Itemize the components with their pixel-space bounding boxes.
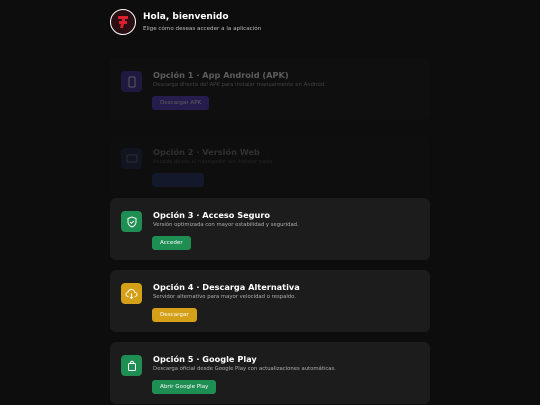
option-card-web[interactable]: Opción 2 · Versión Web Accede desde el n… bbox=[110, 135, 430, 197]
greeting-subtitle: Elige cómo deseas acceder a la aplicació… bbox=[143, 25, 262, 32]
option-title: Opción 3 · Acceso Seguro bbox=[153, 210, 271, 220]
option-title: Opción 4 · Descarga Alternativa bbox=[153, 282, 300, 292]
option-card-alt-download[interactable]: Opción 4 · Descarga Alternativa Servidor… bbox=[110, 270, 430, 332]
access-button[interactable]: Acceder bbox=[152, 236, 191, 250]
option-card-apk[interactable]: Opción 1 · App Android (APK) Descarga di… bbox=[110, 58, 430, 120]
option-title: Opción 5 · Google Play bbox=[153, 354, 257, 364]
shopping-bag-icon bbox=[121, 355, 142, 376]
option-description: Accede desde el navegador sin instalar n… bbox=[153, 159, 274, 165]
app-logo-avatar bbox=[110, 9, 136, 35]
option-description: Descarga oficial desde Google Play con a… bbox=[153, 366, 336, 372]
download-apk-button[interactable]: Descargar APK bbox=[152, 96, 210, 110]
option-card-google-play[interactable]: Opción 5 · Google Play Descarga oficial … bbox=[110, 342, 430, 404]
greeting-title: Hola, bienvenido bbox=[143, 11, 229, 22]
cloud-download-icon bbox=[121, 283, 142, 304]
option-card-secure[interactable]: Opción 3 · Acceso Seguro Versión optimiz… bbox=[110, 198, 430, 260]
option-description: Descarga directa del APK para instalar m… bbox=[153, 82, 326, 88]
shield-check-icon bbox=[121, 211, 142, 232]
phone-icon bbox=[121, 71, 142, 92]
option-title: Opción 1 · App Android (APK) bbox=[153, 70, 289, 80]
option-description: Servidor alternativo para mayor velocida… bbox=[153, 294, 296, 300]
logo-icon bbox=[118, 16, 128, 28]
option-title: Opción 2 · Versión Web bbox=[153, 147, 260, 157]
header: Hola, bienvenido Elige cómo deseas acced… bbox=[110, 9, 261, 35]
download-button[interactable]: Descargar bbox=[152, 308, 197, 322]
open-google-play-button[interactable]: Abrir Google Play bbox=[152, 380, 217, 394]
option-description: Versión optimizada con mayor estabilidad… bbox=[153, 222, 299, 228]
monitor-icon bbox=[121, 148, 142, 169]
open-web-button[interactable] bbox=[152, 173, 204, 187]
